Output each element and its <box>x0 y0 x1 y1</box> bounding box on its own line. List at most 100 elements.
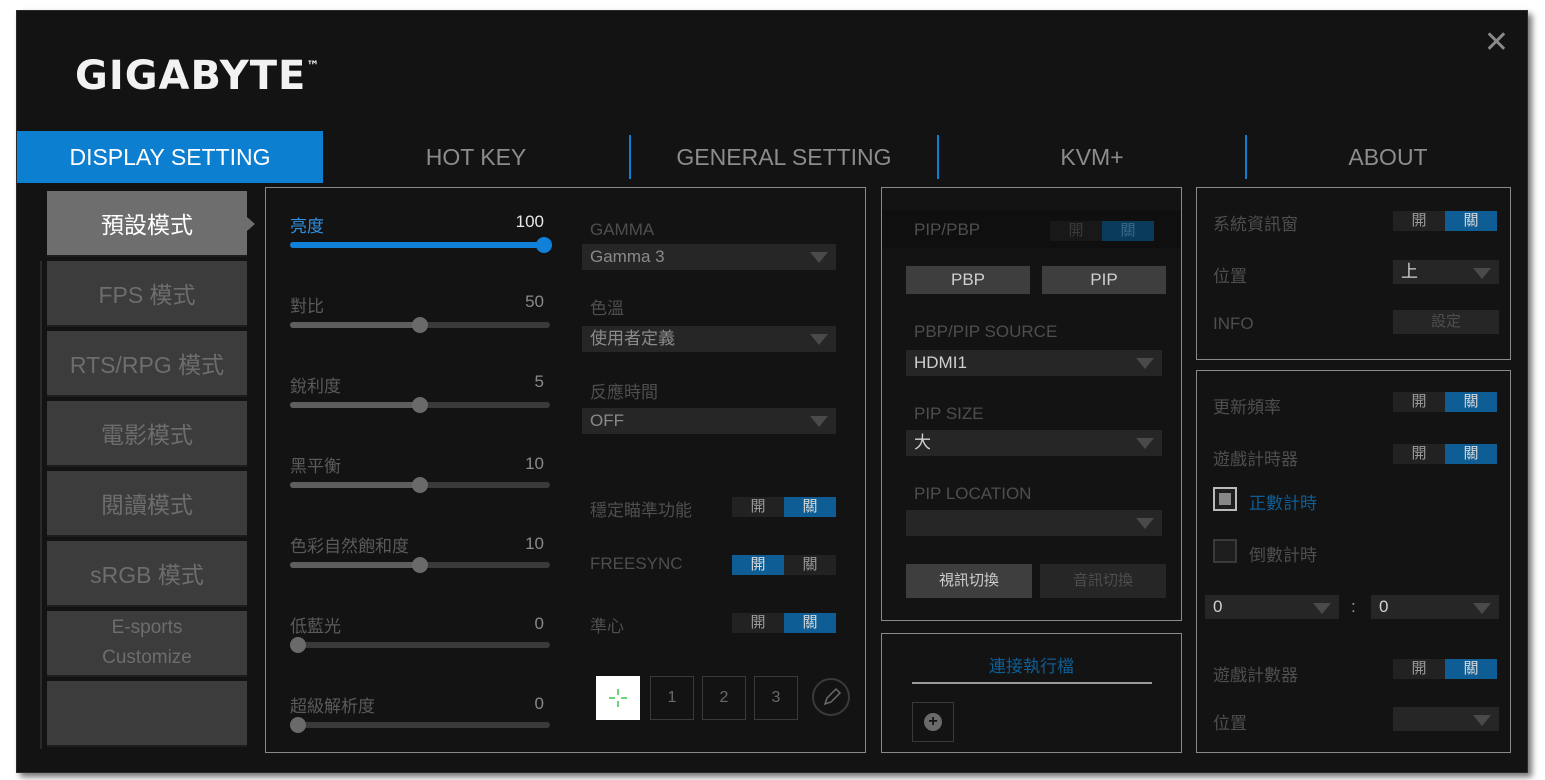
gigabyte-logo: GIGABYTE™ <box>75 53 321 99</box>
toggle-off[interactable]: 關 <box>1445 444 1497 464</box>
slider-knob[interactable] <box>412 477 428 493</box>
system-info-label: 系統資訊窗 <box>1213 215 1298 234</box>
chevron-down-icon <box>810 252 828 263</box>
toggle-off[interactable]: 關 <box>784 497 836 517</box>
pbp-button[interactable]: PBP <box>906 266 1030 294</box>
toggle-on[interactable]: 開 <box>1393 444 1445 464</box>
pip-source-label: PBP/PIP SOURCE <box>914 322 1058 341</box>
mode-rts-rpg[interactable]: RTS/RPG 模式 <box>47 331 247 397</box>
crosshair-preset-1[interactable]: 1 <box>650 676 694 720</box>
crosshair-preset-3[interactable]: 3 <box>754 676 798 720</box>
count-down-checkbox[interactable] <box>1213 539 1237 563</box>
gamma-dropdown[interactable]: Gamma 3 <box>582 244 836 270</box>
color-temp-dropdown[interactable]: 使用者定義 <box>582 326 836 352</box>
pip-pbp-panel: PIP/PBP 開關 PBP PIP PBP/PIP SOURCE HDMI1 … <box>881 187 1182 621</box>
mode-list: 預設模式 FPS 模式 RTS/RPG 模式 電影模式 閱讀模式 sRGB 模式… <box>17 189 257 759</box>
mode-standard[interactable]: 預設模式 <box>47 191 255 257</box>
contrast-label: 對比 <box>290 297 324 316</box>
slider-knob[interactable] <box>412 557 428 573</box>
pip-source-dropdown[interactable]: HDMI1 <box>906 350 1162 376</box>
add-program-button[interactable]: + <box>912 702 954 742</box>
aim-stabilizer-toggle[interactable]: 開關 <box>732 497 836 517</box>
toggle-on[interactable]: 開 <box>732 555 784 575</box>
low-blue-light-slider[interactable] <box>290 637 550 653</box>
info-setting-button[interactable]: 設定 <box>1393 310 1499 334</box>
toggle-on[interactable]: 開 <box>1393 211 1445 231</box>
freesync-toggle[interactable]: 開關 <box>732 555 836 575</box>
crosshair-icon <box>609 689 627 707</box>
slider-knob[interactable] <box>290 637 306 653</box>
sharpness-label: 銳利度 <box>290 377 341 396</box>
game-timer-toggle[interactable]: 開關 <box>1393 444 1497 464</box>
tab-kvm[interactable]: KVM+ <box>939 131 1245 183</box>
count-up-checkbox[interactable] <box>1213 487 1237 511</box>
refresh-rate-label: 更新頻率 <box>1213 398 1281 417</box>
toggle-off[interactable]: 關 <box>784 613 836 633</box>
mode-fps[interactable]: FPS 模式 <box>47 261 247 327</box>
slider-knob[interactable] <box>536 237 552 253</box>
low-blue-light-label: 低藍光 <box>290 617 341 636</box>
crosshair-toggle[interactable]: 開關 <box>732 613 836 633</box>
pip-size-value: 大 <box>914 433 931 452</box>
toggle-off[interactable]: 關 <box>784 555 836 575</box>
video-switch-button[interactable]: 視訊切換 <box>906 564 1032 598</box>
toggle-on[interactable]: 開 <box>1050 221 1102 241</box>
pip-size-dropdown[interactable]: 大 <box>906 430 1162 456</box>
mode-empty-slot[interactable] <box>47 681 247 747</box>
contrast-slider[interactable] <box>290 317 550 333</box>
mode-reader[interactable]: 閱讀模式 <box>47 471 247 537</box>
toggle-on[interactable]: 開 <box>732 497 784 517</box>
timer-minutes-dropdown[interactable]: 0 <box>1205 595 1339 619</box>
mode-movie[interactable]: 電影模式 <box>47 401 247 467</box>
brightness-slider[interactable] <box>290 237 552 253</box>
pip-pbp-toggle[interactable]: 開關 <box>1050 221 1154 241</box>
time-separator: : <box>1351 597 1356 616</box>
chevron-down-icon <box>810 334 828 345</box>
tab-about[interactable]: ABOUT <box>1247 131 1529 183</box>
audio-switch-button[interactable]: 音訊切換 <box>1040 564 1166 598</box>
color-vibrance-slider[interactable] <box>290 557 550 573</box>
color-vibrance-label: 色彩自然飽和度 <box>290 537 409 556</box>
mode-srgb[interactable]: sRGB 模式 <box>47 541 247 607</box>
refresh-rate-toggle[interactable]: 開關 <box>1393 392 1497 412</box>
toggle-on[interactable]: 開 <box>1393 392 1445 412</box>
timer-minutes-value: 0 <box>1213 597 1223 616</box>
response-time-dropdown[interactable]: OFF <box>582 408 836 434</box>
chevron-down-icon <box>1136 438 1154 449</box>
slider-knob[interactable] <box>412 317 428 333</box>
pip-button[interactable]: PIP <box>1042 266 1166 294</box>
toggle-off[interactable]: 關 <box>1445 211 1497 231</box>
timer-seconds-dropdown[interactable]: 0 <box>1371 595 1499 619</box>
pip-location-label: PIP LOCATION <box>914 484 1032 503</box>
mode-esports-customize[interactable]: E-sports Customize <box>47 611 247 677</box>
game-timer-label: 遊戲計時器 <box>1213 450 1298 469</box>
pip-location-dropdown[interactable] <box>906 510 1162 536</box>
sharpness-slider[interactable] <box>290 397 550 413</box>
toggle-off[interactable]: 關 <box>1102 221 1154 241</box>
toggle-off[interactable]: 關 <box>1445 392 1497 412</box>
toggle-on[interactable]: 開 <box>732 613 784 633</box>
tab-hot-key[interactable]: HOT KEY <box>323 131 629 183</box>
crosshair-preset-2[interactable]: 2 <box>702 676 746 720</box>
super-resolution-slider[interactable] <box>290 717 550 733</box>
close-icon[interactable]: ✕ <box>1484 25 1509 60</box>
counter-position-dropdown[interactable] <box>1393 707 1499 731</box>
tab-display-setting[interactable]: DISPLAY SETTING <box>17 131 323 183</box>
pencil-icon[interactable] <box>812 678 850 716</box>
crosshair-preview[interactable] <box>596 676 640 720</box>
tab-general-setting[interactable]: GENERAL SETTING <box>631 131 937 183</box>
mode-list-rail <box>40 261 42 749</box>
slider-knob[interactable] <box>290 717 306 733</box>
game-counter-toggle[interactable]: 開關 <box>1393 659 1497 679</box>
count-down-label: 倒數計時 <box>1249 546 1317 565</box>
contrast-value: 50 <box>525 292 544 311</box>
system-info-toggle[interactable]: 開關 <box>1393 211 1497 231</box>
black-equalizer-slider[interactable] <box>290 477 550 493</box>
toggle-off[interactable]: 關 <box>1445 659 1497 679</box>
position-dropdown[interactable]: 上 <box>1393 260 1499 284</box>
toggle-on[interactable]: 開 <box>1393 659 1445 679</box>
info-label: INFO <box>1213 314 1254 333</box>
pip-pbp-label: PIP/PBP <box>914 220 981 239</box>
slider-knob[interactable] <box>412 397 428 413</box>
crosshair-label: 準心 <box>590 617 624 636</box>
